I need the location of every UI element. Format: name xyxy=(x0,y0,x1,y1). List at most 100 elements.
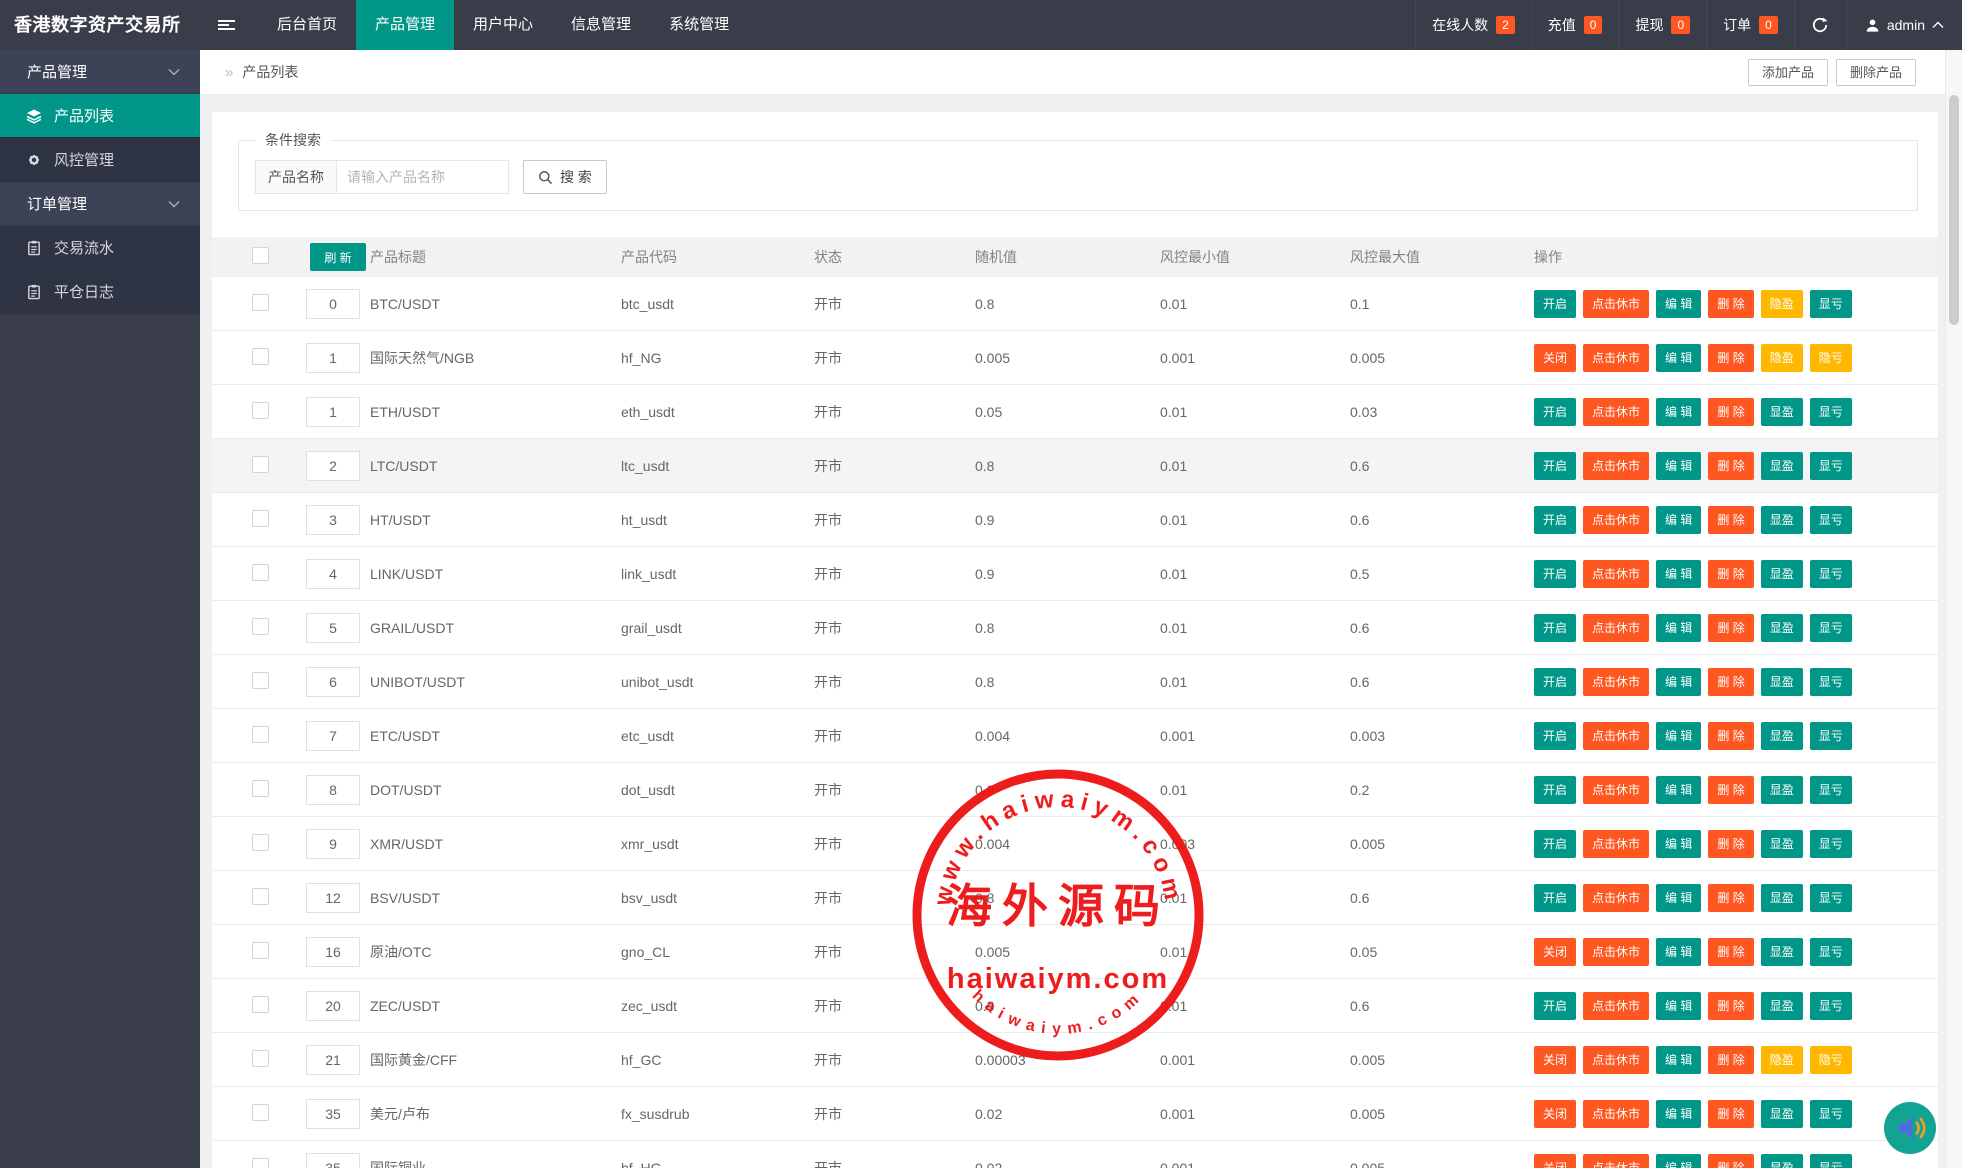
profit-visibility-button[interactable]: 显盈 xyxy=(1761,1154,1803,1168)
edit-button[interactable]: 编 辑 xyxy=(1656,884,1701,912)
toggle-market-button[interactable]: 开启 xyxy=(1534,452,1576,480)
delete-button[interactable]: 删 除 xyxy=(1708,938,1753,966)
edit-button[interactable]: 编 辑 xyxy=(1656,992,1701,1020)
toggle-market-button[interactable]: 开启 xyxy=(1534,290,1576,318)
delete-button[interactable]: 删 除 xyxy=(1708,1046,1753,1074)
row-checkbox[interactable] xyxy=(252,888,269,905)
top-nav-item[interactable]: 产品管理 xyxy=(356,0,454,50)
profit-visibility-button[interactable]: 显盈 xyxy=(1761,398,1803,426)
pause-market-button[interactable]: 点击休市 xyxy=(1583,938,1649,966)
loss-visibility-button[interactable]: 隐亏 xyxy=(1810,1046,1852,1074)
top-nav-item[interactable]: 信息管理 xyxy=(552,0,650,50)
sidebar-item[interactable]: 平仓日志 xyxy=(0,270,200,314)
pause-market-button[interactable]: 点击休市 xyxy=(1583,614,1649,642)
pause-market-button[interactable]: 点击休市 xyxy=(1583,1100,1649,1128)
product-name-input[interactable] xyxy=(337,160,509,194)
edit-button[interactable]: 编 辑 xyxy=(1656,938,1701,966)
top-nav-item[interactable]: 后台首页 xyxy=(258,0,356,50)
sort-order-input[interactable] xyxy=(306,559,360,589)
edit-button[interactable]: 编 辑 xyxy=(1656,506,1701,534)
pause-market-button[interactable]: 点击休市 xyxy=(1583,668,1649,696)
loss-visibility-button[interactable]: 显亏 xyxy=(1810,506,1852,534)
sort-order-input[interactable] xyxy=(306,505,360,535)
delete-button[interactable]: 删 除 xyxy=(1708,290,1753,318)
menu-toggle-button[interactable] xyxy=(200,0,252,50)
pause-market-button[interactable]: 点击休市 xyxy=(1583,776,1649,804)
row-checkbox[interactable] xyxy=(252,456,269,473)
edit-button[interactable]: 编 辑 xyxy=(1656,1154,1701,1168)
profit-visibility-button[interactable]: 显盈 xyxy=(1761,560,1803,588)
profit-visibility-button[interactable]: 显盈 xyxy=(1761,830,1803,858)
sort-order-input[interactable] xyxy=(306,1099,360,1129)
topbar-stat[interactable]: 在线人数 2 xyxy=(1415,0,1531,50)
search-button[interactable]: 搜 索 xyxy=(523,160,607,194)
row-checkbox[interactable] xyxy=(252,294,269,311)
sort-order-input[interactable] xyxy=(306,289,360,319)
delete-button[interactable]: 删 除 xyxy=(1708,344,1753,372)
toggle-market-button[interactable]: 开启 xyxy=(1534,614,1576,642)
toggle-market-button[interactable]: 关闭 xyxy=(1534,1046,1576,1074)
toggle-market-button[interactable]: 关闭 xyxy=(1534,1100,1576,1128)
edit-button[interactable]: 编 辑 xyxy=(1656,398,1701,426)
sort-order-input[interactable] xyxy=(306,991,360,1021)
sidebar-item[interactable]: 产品列表 xyxy=(0,94,200,138)
row-checkbox[interactable] xyxy=(252,780,269,797)
edit-button[interactable]: 编 辑 xyxy=(1656,668,1701,696)
row-checkbox[interactable] xyxy=(252,348,269,365)
toggle-market-button[interactable]: 开启 xyxy=(1534,560,1576,588)
user-menu[interactable]: admin xyxy=(1846,0,1962,50)
pause-market-button[interactable]: 点击休市 xyxy=(1583,290,1649,318)
sort-order-input[interactable] xyxy=(306,613,360,643)
edit-button[interactable]: 编 辑 xyxy=(1656,290,1701,318)
toggle-market-button[interactable]: 开启 xyxy=(1534,992,1576,1020)
add-product-button[interactable]: 添加产品 xyxy=(1748,59,1828,86)
delete-button[interactable]: 删 除 xyxy=(1708,668,1753,696)
topbar-stat[interactable]: 订单 0 xyxy=(1706,0,1794,50)
pause-market-button[interactable]: 点击休市 xyxy=(1583,560,1649,588)
delete-button[interactable]: 删 除 xyxy=(1708,722,1753,750)
loss-visibility-button[interactable]: 显亏 xyxy=(1810,992,1852,1020)
row-checkbox[interactable] xyxy=(252,1104,269,1121)
profit-visibility-button[interactable]: 显盈 xyxy=(1761,938,1803,966)
row-checkbox[interactable] xyxy=(252,726,269,743)
sidebar-item[interactable]: 交易流水 xyxy=(0,226,200,270)
sort-order-input[interactable] xyxy=(306,1045,360,1075)
pause-market-button[interactable]: 点击休市 xyxy=(1583,884,1649,912)
toggle-market-button[interactable]: 关闭 xyxy=(1534,1154,1576,1168)
sort-order-input[interactable] xyxy=(306,343,360,373)
sort-order-input[interactable] xyxy=(306,1153,360,1168)
profit-visibility-button[interactable]: 隐盈 xyxy=(1761,1046,1803,1074)
sidebar-group-header[interactable]: 订单管理 xyxy=(0,182,200,226)
pause-market-button[interactable]: 点击休市 xyxy=(1583,1154,1649,1168)
row-checkbox[interactable] xyxy=(252,672,269,689)
toggle-market-button[interactable]: 关闭 xyxy=(1534,344,1576,372)
row-checkbox[interactable] xyxy=(252,834,269,851)
loss-visibility-button[interactable]: 显亏 xyxy=(1810,560,1852,588)
toggle-market-button[interactable]: 开启 xyxy=(1534,398,1576,426)
top-nav-item[interactable]: 用户中心 xyxy=(454,0,552,50)
pause-market-button[interactable]: 点击休市 xyxy=(1583,992,1649,1020)
scrollbar-thumb[interactable] xyxy=(1949,95,1959,325)
profit-visibility-button[interactable]: 显盈 xyxy=(1761,776,1803,804)
top-nav-item[interactable]: 系统管理 xyxy=(650,0,748,50)
refresh-page-button[interactable] xyxy=(1794,0,1846,50)
delete-button[interactable]: 删 除 xyxy=(1708,1100,1753,1128)
toggle-market-button[interactable]: 开启 xyxy=(1534,722,1576,750)
topbar-stat[interactable]: 充值 0 xyxy=(1531,0,1619,50)
pause-market-button[interactable]: 点击休市 xyxy=(1583,830,1649,858)
profit-visibility-button[interactable]: 显盈 xyxy=(1761,884,1803,912)
sort-order-input[interactable] xyxy=(306,937,360,967)
delete-button[interactable]: 删 除 xyxy=(1708,830,1753,858)
row-checkbox[interactable] xyxy=(252,942,269,959)
profit-visibility-button[interactable]: 显盈 xyxy=(1761,506,1803,534)
delete-button[interactable]: 删 除 xyxy=(1708,452,1753,480)
profit-visibility-button[interactable]: 隐盈 xyxy=(1761,290,1803,318)
row-checkbox[interactable] xyxy=(252,618,269,635)
delete-button[interactable]: 删 除 xyxy=(1708,398,1753,426)
edit-button[interactable]: 编 辑 xyxy=(1656,776,1701,804)
row-checkbox[interactable] xyxy=(252,1158,269,1168)
sort-order-input[interactable] xyxy=(306,775,360,805)
toggle-market-button[interactable]: 开启 xyxy=(1534,830,1576,858)
pause-market-button[interactable]: 点击休市 xyxy=(1583,398,1649,426)
sort-order-input[interactable] xyxy=(306,397,360,427)
